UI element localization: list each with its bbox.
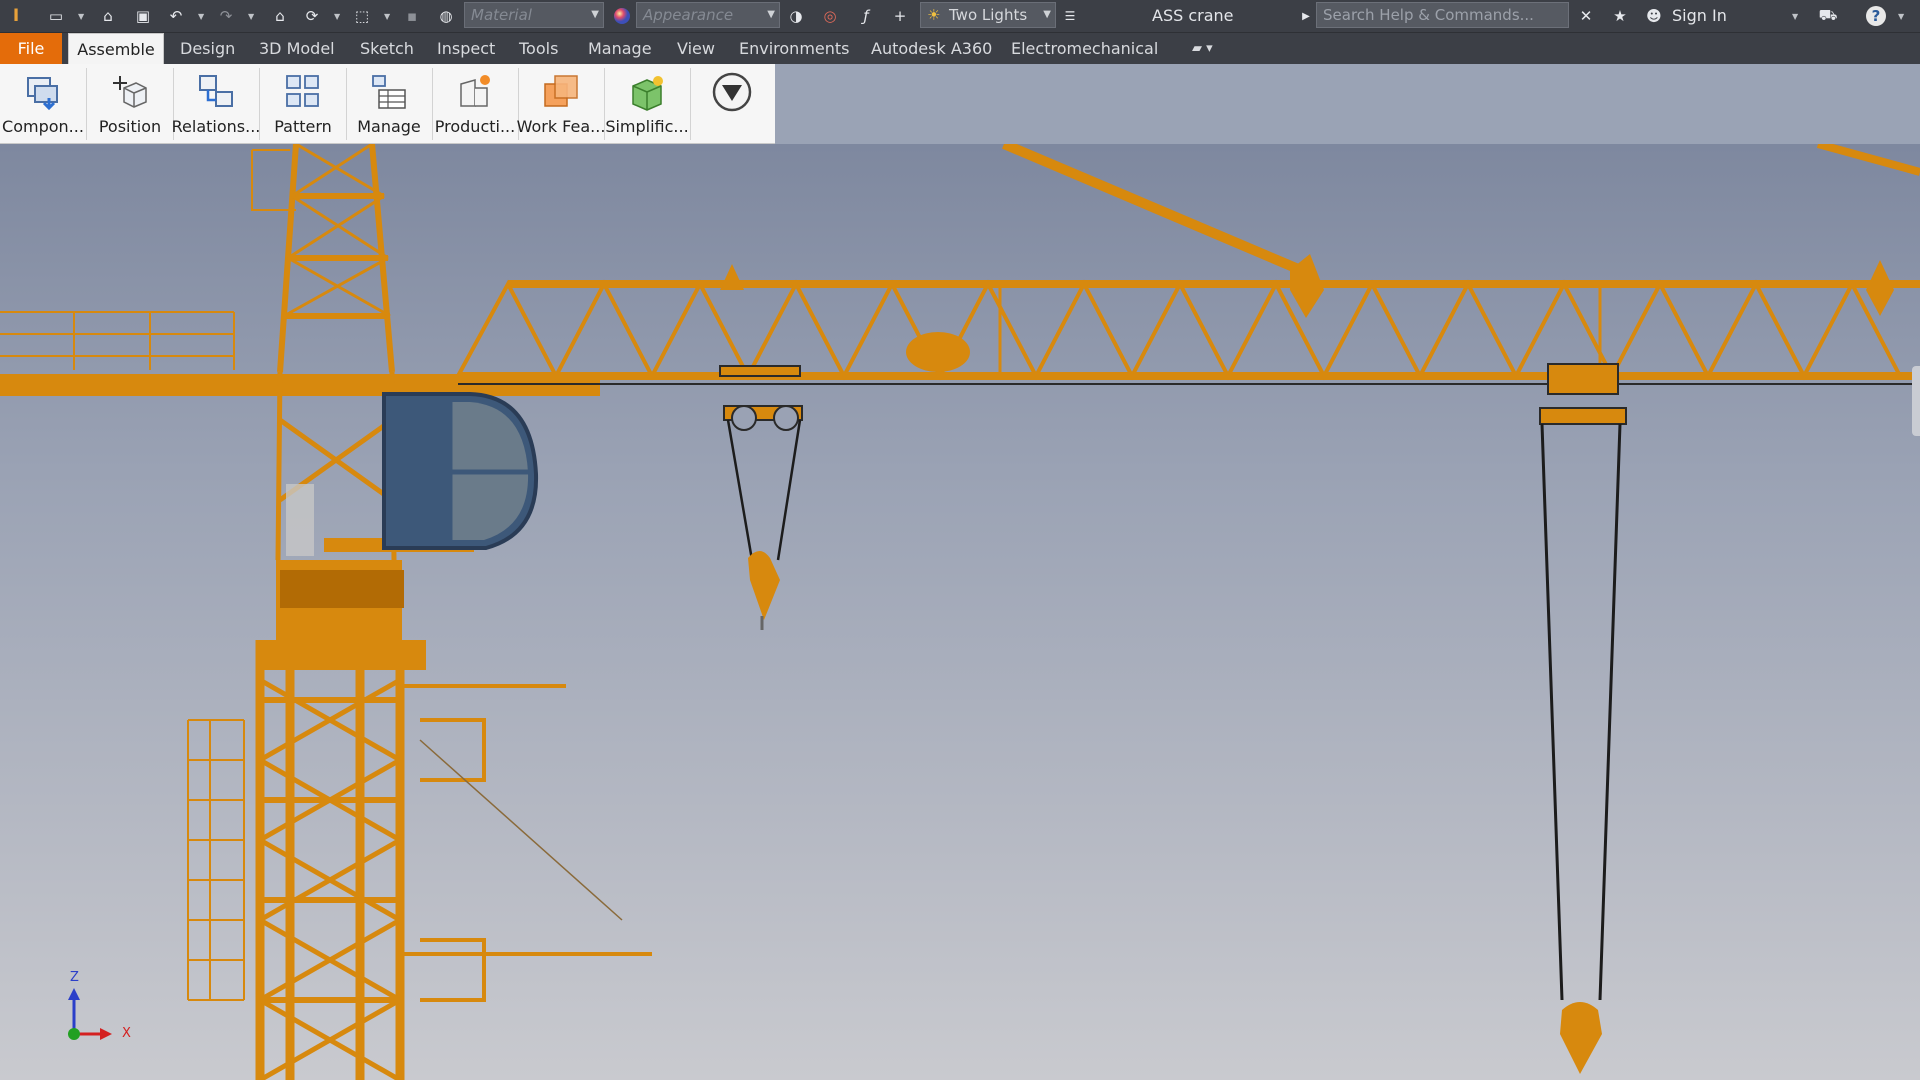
tab-view[interactable]: View: [677, 33, 715, 64]
tab-autodesk-a360[interactable]: Autodesk A360: [871, 33, 992, 64]
help-icon[interactable]: ?: [1866, 6, 1886, 26]
redo-dropdown-icon[interactable]: ▼: [248, 12, 254, 21]
crane-model[interactable]: [0, 144, 1920, 1080]
graphics-viewport[interactable]: Z X: [0, 144, 1920, 1080]
binoculars-icon[interactable]: ✕: [1576, 6, 1596, 26]
favorites-star-icon[interactable]: ★: [1610, 6, 1630, 26]
inventor-logo-icon[interactable]: I: [6, 6, 26, 26]
lighting-icon: ☀: [927, 6, 941, 24]
constraint-icon: [194, 70, 238, 114]
lighting-style-dropdown[interactable]: ☀ Two Lights ▼: [920, 2, 1056, 28]
ribbon-separator: [86, 68, 87, 140]
search-input[interactable]: Search Help & Commands...: [1316, 2, 1569, 28]
tab-assemble[interactable]: Assemble: [68, 33, 164, 64]
new-dropdown-icon[interactable]: ▼: [78, 12, 84, 21]
user-icon[interactable]: ☻: [1644, 6, 1664, 26]
chevron-down-icon: ▼: [591, 9, 599, 20]
place-component-icon: [21, 70, 65, 114]
work-features-button[interactable]: Work Fea...: [516, 68, 606, 140]
sign-in-dropdown-icon[interactable]: ▼: [1792, 12, 1798, 21]
select-priority-icon[interactable]: ▪: [402, 6, 422, 26]
manage-bom-icon: [367, 70, 411, 114]
tab-3d-model[interactable]: 3D Model: [259, 33, 335, 64]
work-features-button-label: Work Fea...: [516, 117, 606, 136]
productivity-button-label: Producti...: [434, 117, 516, 136]
cart-icon[interactable]: ⛟: [1818, 6, 1838, 26]
help-dropdown-icon[interactable]: ▼: [1898, 12, 1904, 21]
pattern-button[interactable]: Pattern: [261, 68, 345, 140]
pattern-button-label: Pattern: [274, 117, 332, 136]
save-icon[interactable]: ▣: [133, 6, 153, 26]
component-button-label: Compon...: [2, 117, 84, 136]
undo-icon[interactable]: ↶: [166, 6, 186, 26]
tab-design[interactable]: Design: [180, 33, 235, 64]
tab-tools[interactable]: Tools: [519, 33, 558, 64]
expand-down-icon: [710, 70, 754, 114]
ribbon-panel: Compon... Position Relations... Pattern …: [0, 64, 775, 144]
tab-electromechanical[interactable]: Electromechanical: [1011, 33, 1158, 64]
chevron-down-icon: ▼: [767, 9, 775, 20]
position-button[interactable]: Position: [88, 68, 172, 140]
search-expand-icon[interactable]: ▶: [1296, 6, 1316, 26]
ribbon-separator: [690, 68, 691, 140]
appearance-sphere-icon: [612, 6, 632, 26]
simplify-icon: [625, 70, 669, 114]
axis-triad: Z X: [60, 970, 140, 1050]
open-folder-icon[interactable]: ⌂: [98, 6, 118, 26]
tab-inspect[interactable]: Inspect: [437, 33, 495, 64]
sign-in-button[interactable]: Sign In: [1672, 0, 1727, 32]
pattern-icon: [281, 70, 325, 114]
material-dropdown[interactable]: Material ▼: [464, 2, 604, 28]
ribbon-separator: [259, 68, 260, 140]
quick-access-toolbar: I ▭ ▼ ⌂ ▣ ↶ ▼ ↷ ▼ ⌂ ⟳ ▼ ⬚ ▼ ▪ ◍ Material…: [0, 0, 1920, 32]
axis-x-label: X: [122, 1026, 131, 1041]
ribbon-display-options-icon[interactable]: ▰ ▾: [1192, 33, 1213, 64]
appearance-dropdown[interactable]: Appearance ▼: [636, 2, 780, 28]
ribbon-more-button[interactable]: [694, 68, 770, 140]
axis-z-label: Z: [70, 970, 79, 985]
function-fx-icon[interactable]: ƒ: [856, 6, 876, 26]
add-plus-icon[interactable]: +: [890, 6, 910, 26]
new-file-icon[interactable]: ▭: [46, 6, 66, 26]
home-icon[interactable]: ⌂: [270, 6, 290, 26]
document-title: ASS crane: [1152, 6, 1234, 25]
global-icon[interactable]: ◍: [436, 6, 456, 26]
redo-icon[interactable]: ↷: [216, 6, 236, 26]
productivity-icon: [453, 70, 497, 114]
ribbon-tab-bar: File Assemble Design 3D Model Sketch Ins…: [0, 32, 1920, 64]
move-component-icon: [108, 70, 152, 114]
relationships-button[interactable]: Relations...: [171, 68, 261, 140]
position-button-label: Position: [98, 117, 162, 136]
component-button[interactable]: Compon...: [2, 68, 84, 140]
work-plane-icon: [539, 70, 583, 114]
clear-appearance-icon[interactable]: ◎: [820, 6, 840, 26]
adjust-appearance-icon[interactable]: ◑: [786, 6, 806, 26]
customize-toolbar-icon[interactable]: ☰: [1060, 6, 1080, 26]
manage-button[interactable]: Manage: [347, 68, 431, 140]
manage-button-label: Manage: [357, 117, 421, 136]
relationships-button-label: Relations...: [171, 117, 261, 136]
tab-sketch[interactable]: Sketch: [360, 33, 414, 64]
tab-manage[interactable]: Manage: [588, 33, 652, 64]
simplification-button[interactable]: Simplific...: [605, 68, 689, 140]
tab-environments[interactable]: Environments: [739, 33, 850, 64]
tab-file[interactable]: File: [0, 33, 62, 64]
simplification-button-label: Simplific...: [605, 117, 689, 136]
productivity-button[interactable]: Producti...: [433, 68, 517, 140]
update-icon[interactable]: ⟳: [302, 6, 322, 26]
select-icon[interactable]: ⬚: [352, 6, 372, 26]
chevron-down-icon: ▼: [1043, 9, 1051, 20]
viewcube-tab[interactable]: [1912, 366, 1920, 436]
undo-dropdown-icon[interactable]: ▼: [198, 12, 204, 21]
select-dropdown-icon[interactable]: ▼: [384, 12, 390, 21]
update-dropdown-icon[interactable]: ▼: [334, 12, 340, 21]
